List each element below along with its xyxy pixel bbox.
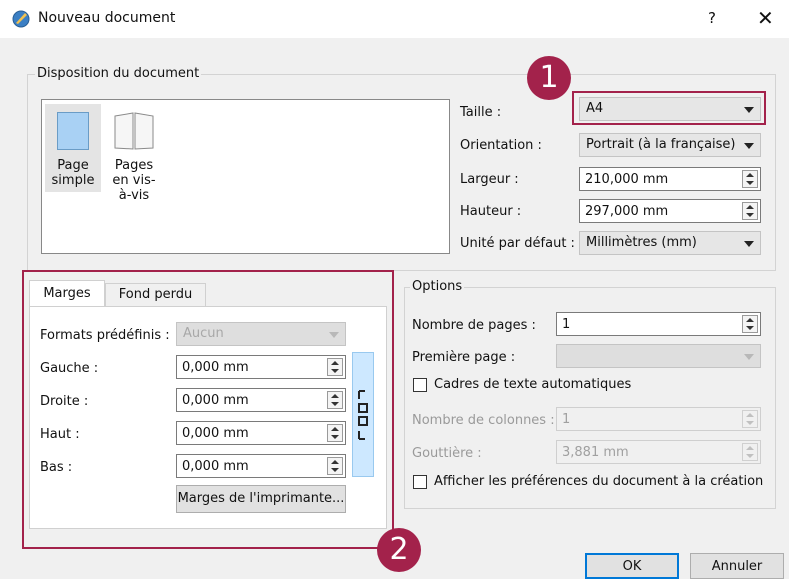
- spin-buttons-icon[interactable]: [327, 457, 343, 475]
- top-margin-spinbox[interactable]: [176, 421, 346, 445]
- layout-listbox[interactable]: Page simple Pages en vis- à-vis: [41, 99, 450, 254]
- gutter-input[interactable]: [557, 441, 738, 463]
- width-input[interactable]: [580, 168, 738, 190]
- dropdown-arrow-icon: [329, 332, 339, 338]
- dropdown-arrow-icon: [744, 107, 754, 113]
- spin-buttons-icon[interactable]: [742, 443, 758, 461]
- printer-margins-button[interactable]: Marges de l'imprimante...: [176, 485, 346, 513]
- options-legend: Options: [410, 279, 465, 294]
- size-value: A4: [586, 101, 604, 116]
- left-margin-input[interactable]: [177, 356, 323, 378]
- width-spinbox[interactable]: [579, 167, 761, 191]
- facing-pages-icon: [114, 112, 154, 150]
- cancel-button[interactable]: Annuler: [690, 553, 784, 579]
- spin-buttons-icon[interactable]: [742, 170, 758, 188]
- ok-button[interactable]: OK: [585, 553, 679, 579]
- layout-option-facing[interactable]: Pages en vis- à-vis: [106, 104, 162, 204]
- tab-margins[interactable]: Marges: [29, 280, 105, 307]
- chain-link-icon: [358, 390, 368, 440]
- columns-label: Nombre de colonnes :: [412, 413, 555, 428]
- columns-input[interactable]: [557, 408, 738, 430]
- close-button[interactable]: ✕: [757, 6, 774, 30]
- dropdown-arrow-icon: [744, 241, 754, 247]
- size-combo[interactable]: A4: [579, 97, 761, 121]
- columns-spinbox[interactable]: [556, 407, 761, 431]
- layout-option-facing-label: Pages en vis- à-vis: [112, 158, 156, 203]
- spin-buttons-icon[interactable]: [327, 424, 343, 442]
- title-bar: Nouveau document ? ✕: [0, 0, 789, 38]
- app-icon: [12, 10, 30, 28]
- pages-count-spinbox[interactable]: [556, 312, 761, 336]
- pages-count-input[interactable]: [557, 313, 738, 335]
- spin-buttons-icon[interactable]: [327, 358, 343, 376]
- layout-option-single[interactable]: Page simple: [45, 104, 101, 192]
- orientation-value: Portrait (à la française): [586, 137, 736, 152]
- annotation-marker-1: 1: [527, 56, 571, 100]
- height-spinbox[interactable]: [579, 199, 761, 223]
- right-margin-input[interactable]: [177, 389, 323, 411]
- auto-text-frames-checkbox[interactable]: [413, 378, 427, 392]
- document-layout-legend: Disposition du document: [35, 66, 202, 81]
- spin-buttons-icon[interactable]: [742, 410, 758, 428]
- left-margin-label: Gauche :: [40, 361, 99, 376]
- unit-label: Unité par défaut :: [460, 236, 575, 251]
- annotation-marker-2: 2: [377, 528, 421, 572]
- unit-value: Millimètres (mm): [586, 235, 697, 250]
- preset-label: Formats prédéfinis :: [40, 328, 170, 343]
- first-page-combo[interactable]: [556, 344, 761, 368]
- bottom-margin-spinbox[interactable]: [176, 454, 346, 478]
- height-label: Hauteur :: [460, 204, 522, 219]
- left-margin-spinbox[interactable]: [176, 355, 346, 379]
- bottom-margin-label: Bas :: [40, 460, 73, 475]
- right-margin-spinbox[interactable]: [176, 388, 346, 412]
- pages-count-label: Nombre de pages :: [412, 318, 536, 333]
- show-preferences-label: Afficher les préférences du document à l…: [434, 474, 764, 489]
- preset-value: Aucun: [183, 326, 224, 341]
- dropdown-arrow-icon: [744, 354, 754, 360]
- single-page-icon: [57, 112, 89, 150]
- dropdown-arrow-icon: [744, 143, 754, 149]
- spin-buttons-icon[interactable]: [742, 202, 758, 220]
- spin-buttons-icon[interactable]: [742, 315, 758, 333]
- show-preferences-checkbox[interactable]: [413, 475, 427, 489]
- gutter-spinbox[interactable]: [556, 440, 761, 464]
- auto-text-frames-label: Cadres de texte automatiques: [434, 377, 632, 392]
- link-margins-toggle[interactable]: [352, 352, 374, 477]
- spin-buttons-icon[interactable]: [327, 391, 343, 409]
- top-margin-input[interactable]: [177, 422, 323, 444]
- gutter-label: Gouttière :: [412, 446, 482, 461]
- right-margin-label: Droite :: [40, 394, 89, 409]
- help-button[interactable]: ?: [708, 9, 716, 27]
- width-label: Largeur :: [460, 172, 519, 187]
- orientation-combo[interactable]: Portrait (à la française): [579, 133, 761, 157]
- orientation-label: Orientation :: [460, 138, 542, 153]
- tab-bleed[interactable]: Fond perdu: [105, 283, 206, 307]
- height-input[interactable]: [580, 200, 738, 222]
- bottom-margin-input[interactable]: [177, 455, 323, 477]
- unit-combo[interactable]: Millimètres (mm): [579, 231, 761, 255]
- window-title: Nouveau document: [38, 10, 176, 26]
- layout-option-single-label: Page simple: [51, 158, 95, 188]
- top-margin-label: Haut :: [40, 427, 80, 442]
- preset-combo[interactable]: Aucun: [176, 322, 346, 346]
- first-page-label: Première page :: [412, 350, 516, 365]
- size-label: Taille :: [460, 105, 502, 120]
